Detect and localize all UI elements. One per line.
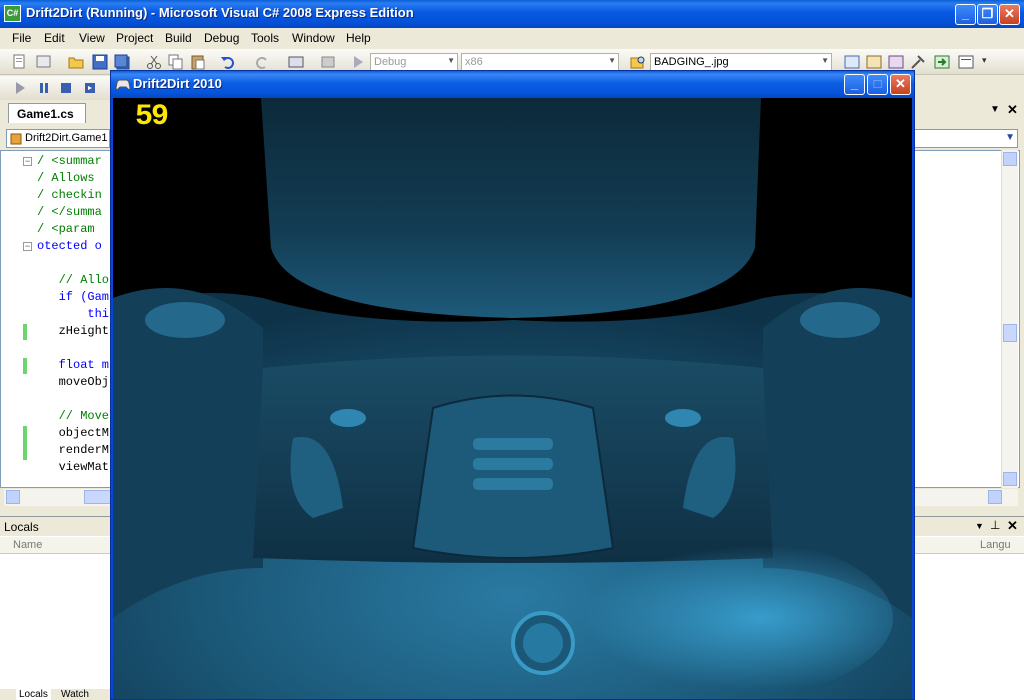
- menu-debug[interactable]: Debug: [204, 31, 239, 45]
- close-button[interactable]: ✕: [999, 4, 1020, 25]
- code-line: renderM: [37, 443, 110, 457]
- paste-icon[interactable]: [190, 54, 206, 70]
- window-position-icon[interactable]: ▼: [975, 521, 984, 531]
- properties-icon[interactable]: [866, 54, 882, 70]
- code-line: // Allo: [37, 273, 110, 287]
- code-line: / <param: [37, 222, 102, 236]
- tab-game1-cs[interactable]: Game1.cs: [8, 103, 86, 123]
- navigate-icon[interactable]: [288, 54, 304, 70]
- minimize-button[interactable]: _: [955, 4, 976, 25]
- code-line: moveObj: [37, 375, 110, 389]
- code-line: / Allows: [37, 171, 102, 185]
- game-window[interactable]: Drift2Dirt 2010 _ □ ✕ 59: [110, 70, 915, 700]
- code-line: if (Gam: [37, 290, 110, 304]
- undo-icon[interactable]: [220, 54, 236, 70]
- menu-project[interactable]: Project: [116, 31, 153, 45]
- car-engine-render: [113, 98, 912, 699]
- active-files-dropdown-icon[interactable]: ▼: [990, 104, 1000, 115]
- member-dropdown-arrow-icon: ▼: [1005, 132, 1015, 143]
- scroll-right-button[interactable]: [988, 490, 1002, 504]
- debug-window-tabs: Locals Watch: [0, 689, 112, 700]
- scroll-thumb[interactable]: [1003, 324, 1017, 342]
- auto-hide-pin-icon[interactable]: ⊥: [990, 518, 1000, 532]
- menu-build[interactable]: Build: [165, 31, 192, 45]
- game-maximize-button[interactable]: □: [867, 74, 888, 95]
- continue-icon[interactable]: [12, 80, 28, 96]
- class-icon: [10, 133, 22, 145]
- save-icon[interactable]: [92, 54, 108, 70]
- menu-tools[interactable]: Tools: [251, 31, 279, 45]
- solution-configuration-combo[interactable]: Debug ▼: [370, 53, 458, 71]
- menu-edit[interactable]: Edit: [44, 31, 65, 45]
- save-all-icon[interactable]: [114, 54, 130, 70]
- menu-window[interactable]: Window: [292, 31, 335, 45]
- visual-csharp-icon: C#: [4, 5, 21, 22]
- code-line: / </summa: [37, 205, 102, 219]
- start-debugging-icon[interactable]: [350, 54, 366, 70]
- menu-file[interactable]: File: [12, 31, 31, 45]
- cut-icon[interactable]: [146, 54, 162, 70]
- menu-view[interactable]: View: [79, 31, 105, 45]
- menu-bar: File Edit View Project Build Debug Tools…: [0, 28, 1024, 48]
- column-language-header[interactable]: Langu: [980, 539, 1011, 551]
- build-icon[interactable]: [320, 54, 336, 70]
- changed-line-marker: [23, 358, 27, 374]
- code-line: otected o: [37, 239, 102, 253]
- code-line: float m: [37, 358, 110, 372]
- object-browser-icon[interactable]: [888, 54, 904, 70]
- new-project-icon[interactable]: [12, 54, 28, 70]
- code-line: // Move: [37, 409, 110, 423]
- game-viewport[interactable]: 59: [113, 98, 912, 699]
- toolbox-icon[interactable]: [910, 54, 926, 70]
- scroll-down-button[interactable]: [1003, 472, 1017, 486]
- tab-locals[interactable]: Locals: [16, 689, 51, 700]
- copy-icon[interactable]: [168, 54, 184, 70]
- scroll-left-button[interactable]: [6, 490, 20, 504]
- close-document-icon[interactable]: ✕: [1007, 102, 1018, 118]
- changed-line-marker: [23, 426, 27, 460]
- start-page-icon[interactable]: [934, 54, 950, 70]
- ide-window-title: Drift2Dirt (Running) - Microsoft Visual …: [26, 5, 414, 20]
- game-minimize-button[interactable]: _: [844, 74, 865, 95]
- scroll-up-button[interactable]: [1003, 152, 1017, 166]
- code-line: objectM: [37, 426, 110, 440]
- break-all-icon[interactable]: [36, 80, 52, 96]
- editor-vertical-scrollbar[interactable]: [1001, 150, 1018, 488]
- gamepad-icon: [115, 79, 131, 90]
- command-window-icon[interactable]: [958, 54, 974, 70]
- solution-platform-combo[interactable]: x86 ▼: [461, 53, 619, 71]
- redo-icon[interactable]: [254, 54, 270, 70]
- restore-button[interactable]: ❐: [977, 4, 998, 25]
- code-line: zHeight: [37, 324, 110, 338]
- code-line: viewMat: [37, 460, 110, 474]
- class-dropdown[interactable]: Drift2Dirt.Game1: [6, 129, 110, 148]
- debug-toolbar: [0, 76, 112, 100]
- solution-explorer-icon[interactable]: [844, 54, 860, 70]
- collapse-region-icon[interactable]: −: [23, 242, 32, 251]
- find-combo[interactable]: BADGING_.jpg ▼: [650, 53, 832, 71]
- game-close-button[interactable]: ✕: [890, 74, 911, 95]
- find-in-files-icon[interactable]: [630, 54, 646, 70]
- code-line: thi: [37, 307, 110, 321]
- menu-help[interactable]: Help: [346, 31, 371, 45]
- tab-watch[interactable]: Watch: [58, 689, 92, 700]
- close-locals-icon[interactable]: ✕: [1007, 518, 1018, 534]
- code-line: / checkin: [37, 188, 102, 202]
- ide-titlebar: C# Drift2Dirt (Running) - Microsoft Visu…: [0, 0, 1024, 28]
- game-titlebar[interactable]: Drift2Dirt 2010 _ □ ✕: [111, 71, 914, 98]
- restart-icon[interactable]: [82, 80, 98, 96]
- changed-line-marker: [23, 324, 27, 340]
- open-folder-icon[interactable]: [68, 54, 84, 70]
- member-dropdown[interactable]: ▼: [914, 129, 1018, 148]
- add-item-icon[interactable]: [36, 54, 52, 70]
- stop-debugging-icon[interactable]: [58, 80, 74, 96]
- code-line: / <summar: [37, 154, 102, 168]
- toolbar-overflow-icon[interactable]: ▾: [982, 55, 987, 66]
- collapse-region-icon[interactable]: −: [23, 157, 32, 166]
- game-window-title: Drift2Dirt 2010: [133, 76, 222, 91]
- fps-counter: 59: [135, 100, 169, 134]
- locals-title: Locals: [4, 520, 39, 534]
- column-name-header[interactable]: Name: [13, 539, 42, 551]
